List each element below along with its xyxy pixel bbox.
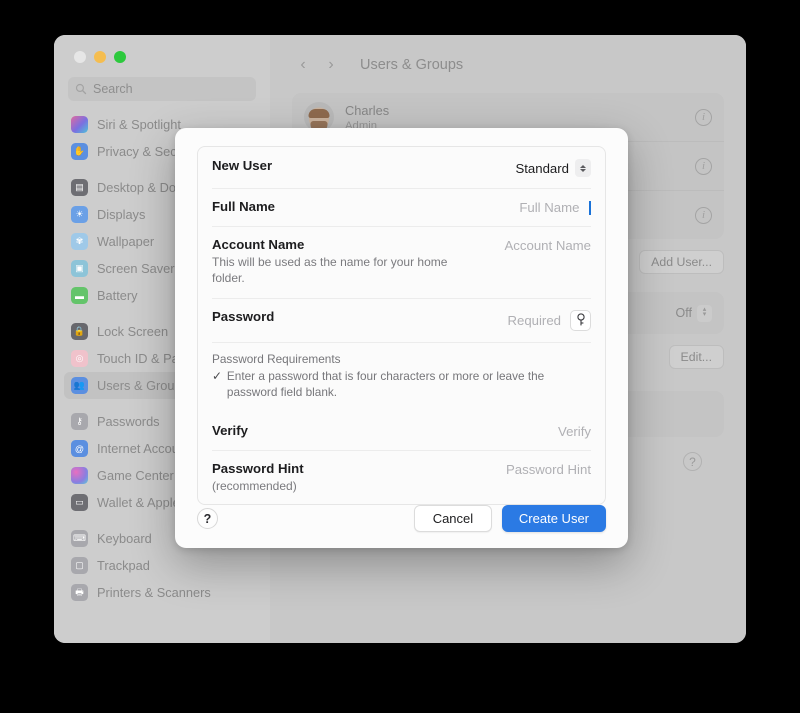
password-hint-row: Password Hint (recommended) Password Hin…	[198, 450, 605, 504]
password-row: Password Required	[198, 297, 605, 342]
sidebar-item-trackpad[interactable]: ▢ Trackpad	[64, 552, 260, 579]
create-user-button[interactable]: Create User	[501, 505, 606, 532]
sidebar-item-label: Displays	[97, 207, 146, 222]
info-icon[interactable]: i	[695, 108, 712, 126]
users-icon: 👥	[71, 377, 88, 394]
guest-user-dropdown[interactable]: Off ▴ ▾	[675, 304, 712, 322]
sidebar-item-label: Screen Saver	[97, 261, 175, 276]
sidebar-item-label: Passwords	[97, 414, 160, 429]
sidebar-item-label: Printers & Scanners	[97, 585, 211, 600]
forward-button[interactable]: ›	[320, 54, 342, 76]
verify-input[interactable]: Verify	[558, 424, 591, 439]
navigation-bar: ‹ › Users & Groups	[292, 51, 724, 79]
full-name-input[interactable]: Full Name	[519, 200, 579, 215]
account-name-input[interactable]: Account Name	[505, 238, 592, 253]
help-button[interactable]: ?	[683, 452, 702, 471]
close-button[interactable]	[74, 51, 86, 63]
full-name-label: Full Name	[212, 199, 276, 214]
password-requirements-title: Password Requirements	[212, 351, 341, 366]
desktop-background: Search Siri & Spotlight ✋ Privacy & Secu…	[0, 0, 800, 713]
dialog-footer: ? Cancel Create User	[197, 505, 606, 548]
check-icon: ✓	[212, 368, 222, 383]
sidebar-item-label: Trackpad	[97, 558, 150, 573]
key-glyph	[576, 313, 585, 326]
new-user-label: New User	[212, 158, 273, 173]
sidebar-item-label: Game Center	[97, 468, 174, 483]
password-requirements-text: Enter a password that is four characters…	[226, 368, 545, 399]
wallet-icon: ▭	[71, 494, 88, 511]
password-requirements: Password Requirements ✓ Enter a password…	[198, 341, 605, 413]
page-title: Users & Groups	[360, 57, 464, 73]
account-name-description: This will be used as the name for your h…	[212, 255, 448, 285]
password-label: Password	[212, 308, 275, 324]
info-icon[interactable]: i	[695, 206, 712, 224]
cancel-button[interactable]: Cancel	[413, 505, 492, 532]
search-icon	[75, 83, 87, 95]
chevron-updown-icon	[575, 159, 591, 177]
help-button[interactable]: ?	[197, 508, 218, 529]
new-user-type-row: New User Standard	[198, 147, 605, 188]
add-user-button[interactable]: Add User...	[639, 250, 724, 274]
sidebar-item-label: Lock Screen	[97, 324, 169, 339]
sidebar-item-label: Battery	[97, 288, 138, 303]
user-type-value: Standard	[515, 160, 569, 176]
siri-icon	[71, 116, 88, 133]
key-icon[interactable]	[570, 309, 591, 331]
search-placeholder: Search	[93, 82, 133, 96]
at-icon: @	[71, 440, 88, 457]
user-name: Charles	[345, 102, 390, 118]
user-type-dropdown[interactable]: Standard	[515, 159, 591, 177]
sidebar-item-label: Keyboard	[97, 531, 152, 546]
lock-icon: 🔒	[71, 323, 88, 340]
edit-button[interactable]: Edit...	[668, 345, 724, 369]
info-icon[interactable]: i	[695, 157, 712, 175]
search-input[interactable]: Search	[68, 77, 256, 101]
trackpad-icon: ▢	[71, 557, 88, 574]
minimize-button[interactable]	[94, 51, 106, 63]
battery-icon: ▬	[71, 287, 88, 304]
window-controls	[64, 35, 260, 63]
screensaver-icon: ▣	[71, 260, 88, 277]
password-hint-description: (recommended)	[212, 479, 297, 494]
chevron-updown-icon: ▴ ▾	[697, 304, 712, 322]
keyboard-icon: ⌨	[71, 530, 88, 547]
account-name-row: Account Name This will be used as the na…	[198, 226, 605, 298]
full-name-row: Full Name Full Name	[198, 188, 605, 226]
hand-icon: ✋	[71, 143, 88, 160]
password-hint-label: Password Hint	[212, 461, 304, 477]
key-icon: ⚷	[71, 413, 88, 430]
desktop-icon: ▤	[71, 179, 88, 196]
account-name-label: Account Name	[212, 237, 305, 252]
guest-user-value: Off	[675, 306, 692, 320]
fingerprint-icon: ◎	[71, 350, 88, 367]
sidebar-item-label: Wallpaper	[97, 234, 155, 249]
sidebar-item-label: Siri & Spotlight	[97, 117, 181, 132]
new-user-form: New User Standard Full Name Full Name Ac…	[197, 146, 606, 505]
sidebar-item-printers-scanners[interactable]: 🖶 Printers & Scanners	[64, 579, 260, 606]
verify-label: Verify	[212, 423, 248, 439]
zoom-button[interactable]	[114, 51, 126, 63]
verify-row: Verify Verify	[198, 412, 605, 450]
display-icon: ☀	[71, 206, 88, 223]
new-user-dialog: New User Standard Full Name Full Name Ac…	[175, 128, 628, 548]
gamecenter-icon	[71, 467, 88, 484]
password-input[interactable]: Required	[507, 313, 561, 328]
wallpaper-icon: ✾	[71, 233, 88, 250]
password-hint-input[interactable]: Password Hint	[506, 462, 591, 477]
back-button[interactable]: ‹	[292, 54, 314, 76]
text-caret	[589, 200, 591, 215]
printer-icon: 🖶	[71, 584, 88, 601]
